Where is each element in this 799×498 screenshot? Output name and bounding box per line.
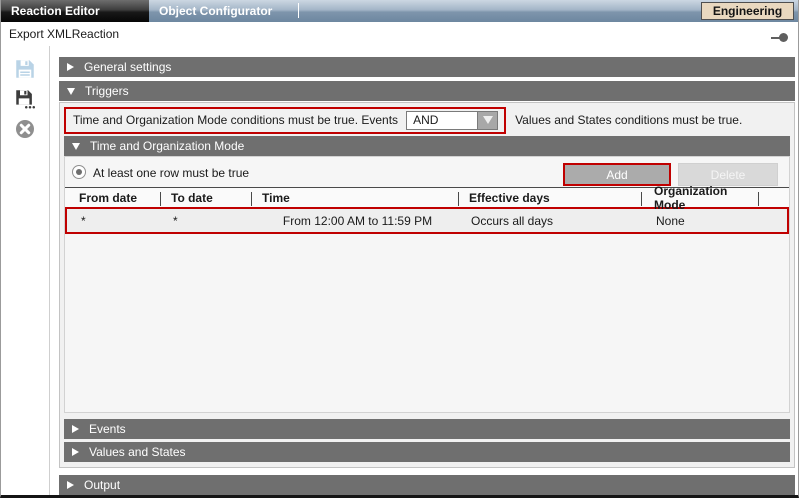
- section-label: General settings: [84, 60, 171, 74]
- save-icon: [15, 59, 35, 79]
- save-as-icon: [15, 89, 35, 109]
- delete-button[interactable]: Delete: [678, 163, 778, 186]
- chevron-right-icon: [67, 63, 74, 71]
- table-header-row: From date To date Time Effective days Or…: [65, 187, 789, 207]
- section-header-general-settings[interactable]: General settings: [59, 57, 795, 77]
- section-label: Events: [89, 422, 126, 436]
- condition-text-before: Time and Organization Mode conditions mu…: [73, 113, 398, 127]
- pin-head: [779, 33, 788, 42]
- column-header-effective-days[interactable]: Effective days: [459, 192, 642, 206]
- chevron-down-icon: [483, 116, 493, 124]
- events-operator-dropdown[interactable]: AND: [406, 111, 498, 130]
- column-header-organization-mode[interactable]: Organization Mode: [642, 192, 759, 206]
- section-label: Triggers: [85, 84, 129, 98]
- radio-label: At least one row must be true: [93, 166, 249, 180]
- tab-label: Reaction Editor: [11, 4, 100, 18]
- document-title-bar: Export XMLReaction: [1, 22, 798, 46]
- dropdown-button[interactable]: [477, 112, 497, 129]
- chevron-right-icon: [67, 481, 74, 489]
- column-header-time[interactable]: Time: [252, 192, 459, 206]
- page-title: Export XMLReaction: [9, 27, 119, 41]
- section-label: Output: [84, 478, 120, 492]
- tab-object-configurator[interactable]: Object Configurator: [149, 0, 297, 22]
- cell-time: From 12:00 AM to 11:59 PM: [254, 209, 461, 232]
- condition-text-after: Values and States conditions must be tru…: [515, 113, 742, 127]
- tab-reaction-editor[interactable]: Reaction Editor: [1, 0, 149, 22]
- at-least-one-row-radio[interactable]: [72, 165, 86, 179]
- delete-button-label: Delete: [711, 168, 746, 182]
- trigger-condition-row: Time and Organization Mode conditions mu…: [64, 106, 742, 134]
- column-header-to-date[interactable]: To date: [161, 192, 252, 206]
- cell-organization-mode: None: [644, 209, 761, 232]
- chevron-right-icon: [72, 448, 79, 456]
- engineering-mode-button[interactable]: Engineering: [701, 2, 794, 20]
- time-org-mode-table: From date To date Time Effective days Or…: [65, 187, 789, 234]
- section-header-triggers[interactable]: Triggers: [59, 81, 795, 101]
- chevron-down-icon: [72, 143, 80, 150]
- section-header-values-and-states[interactable]: Values and States: [64, 442, 790, 462]
- tab-label: Object Configurator: [159, 4, 272, 18]
- time-org-mode-panel: At least one row must be true Add Delete…: [64, 156, 790, 413]
- chevron-down-icon: [67, 88, 75, 95]
- condition-highlight-box: Time and Organization Mode conditions mu…: [64, 107, 506, 134]
- section-label: Values and States: [89, 445, 186, 459]
- dropdown-value: AND: [413, 113, 438, 127]
- save-as-button[interactable]: [14, 88, 36, 110]
- cell-from-date: *: [67, 209, 163, 232]
- triggers-panel: Time and Organization Mode conditions mu…: [59, 102, 795, 468]
- top-tab-bar: Reaction Editor Object Configurator Engi…: [1, 0, 798, 22]
- reaction-editor-window: Reaction Editor Object Configurator Engi…: [0, 0, 799, 498]
- add-button-label: Add: [606, 168, 627, 182]
- column-header-spacer: [759, 192, 789, 206]
- cell-to-date: *: [163, 209, 254, 232]
- time-org-mode-controls: At least one row must be true Add Delete: [65, 161, 789, 185]
- section-header-time-org-mode[interactable]: Time and Organization Mode: [64, 136, 790, 156]
- cancel-button[interactable]: [14, 118, 36, 140]
- section-header-events[interactable]: Events: [64, 419, 790, 439]
- toolbar-sidebar: [1, 46, 50, 498]
- section-header-output[interactable]: Output: [59, 475, 795, 495]
- mode-button-label: Engineering: [713, 4, 782, 18]
- chevron-right-icon: [72, 425, 79, 433]
- pin-icon[interactable]: [771, 33, 788, 42]
- tab-divider: [298, 3, 299, 18]
- cancel-circle-icon: [15, 119, 35, 139]
- add-button[interactable]: Add: [563, 163, 671, 186]
- editor-content: General settings Triggers Time and Organ…: [58, 46, 796, 498]
- save-button[interactable]: [14, 58, 36, 80]
- cell-effective-days: Occurs all days: [461, 209, 644, 232]
- column-header-from-date[interactable]: From date: [65, 192, 161, 206]
- cell-spacer: [761, 209, 787, 232]
- section-label: Time and Organization Mode: [90, 139, 244, 153]
